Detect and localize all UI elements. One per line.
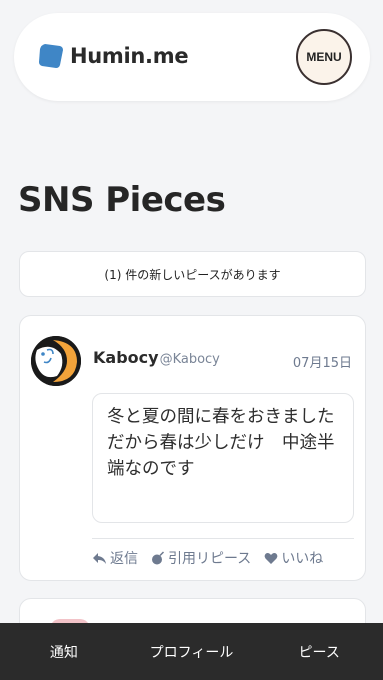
menu-button[interactable]: MENU	[296, 29, 352, 85]
nav-profile[interactable]: プロフィール	[128, 642, 256, 662]
like-label: いいね	[281, 551, 324, 567]
post-date: 07月15日	[292, 356, 352, 371]
nav-pieces[interactable]: ピース	[255, 642, 383, 662]
logo-icon	[39, 44, 63, 68]
new-pieces-notice[interactable]: (1) 件の新しいピースがあります	[19, 251, 366, 297]
post-actions: 返信 引用リピース いいね	[92, 548, 336, 568]
nav-notifications[interactable]: 通知	[0, 642, 128, 662]
avatar-image	[31, 336, 81, 386]
bottom-nav: 通知 プロフィール ピース	[0, 623, 383, 680]
quote-label: 引用リピース	[168, 551, 252, 567]
divider	[92, 538, 354, 539]
bomb-icon	[152, 551, 165, 565]
post-body: 冬と夏の間に春をおきました だから春は少しだけ 中途半端なのです	[92, 393, 354, 523]
post-author[interactable]: Kabocy@Kabocy	[93, 348, 220, 367]
logo-text: Humin.me	[70, 44, 189, 68]
user-name: Kabocy	[93, 348, 159, 367]
app-header: Humin.me MENU	[14, 13, 370, 101]
post-card: Kabocy@Kabocy 07月15日 冬と夏の間に春をおきました だから春は…	[19, 315, 366, 581]
quote-repiece-button[interactable]: 引用リピース	[151, 548, 251, 568]
logo[interactable]: Humin.me	[36, 41, 189, 71]
user-handle: @Kabocy	[159, 352, 220, 367]
page-title: SNS Pieces	[18, 180, 226, 220]
reply-icon	[93, 552, 106, 564]
reply-label: 返信	[110, 551, 138, 567]
avatar[interactable]	[31, 336, 81, 386]
reply-button[interactable]: 返信	[92, 548, 138, 568]
heart-icon	[264, 552, 278, 564]
like-button[interactable]: いいね	[264, 548, 323, 568]
